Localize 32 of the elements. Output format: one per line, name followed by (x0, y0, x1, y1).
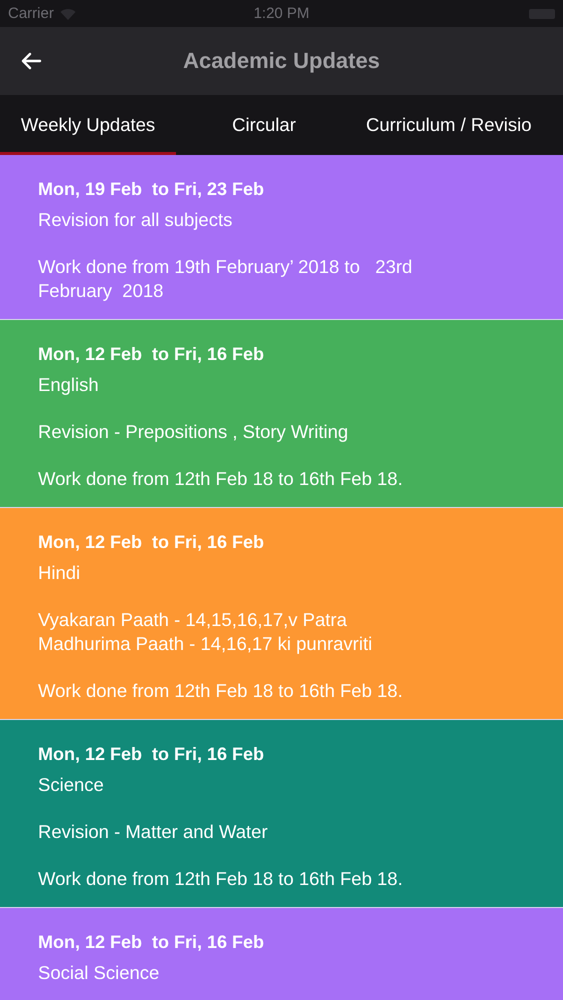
update-text: Work done from 12th Feb 18 to 16th Feb 18. (38, 679, 404, 703)
subject-title: Hindi (38, 561, 82, 585)
subject-title: Science (38, 773, 105, 797)
date-range: Mon, 19 Feb to Fri, 23 Feb (38, 178, 266, 201)
update-card[interactable]: Mon, 12 Feb to Fri, 16 Feb Science Revision - Matter and Water Work done from 12th Feb 18 to 16th Feb 18. (0, 720, 563, 908)
date-range: Mon, 12 Feb to Fri, 16 Feb (38, 531, 266, 554)
update-text: Revision - Matter and Water (38, 820, 269, 844)
update-text: Work done from 19th February’ 2018 to 23rd (38, 255, 414, 279)
status-time: 1:20 PM (254, 5, 310, 22)
battery-icon (529, 8, 555, 18)
update-text: Vyakaran Paath - 14,15,16,17,v Patra (38, 608, 348, 632)
subject-title: Revision for all subjects (38, 208, 234, 232)
update-text: Revision - Prepositions , Story Writing (38, 420, 350, 444)
update-card[interactable]: Mon, 12 Feb to Fri, 16 Feb Social Science (0, 908, 563, 1000)
date-range: Mon, 12 Feb to Fri, 16 Feb (38, 343, 266, 366)
subject-title: English (38, 373, 100, 397)
update-text: Madhurima Paath - 14,16,17 ki punravriti (38, 632, 374, 656)
tab[interactable]: Circular (176, 95, 352, 155)
update-text: Work done from 12th Feb 18 to 16th Feb 18. (38, 867, 404, 891)
back-button[interactable] (20, 50, 42, 72)
update-card[interactable]: Mon, 19 Feb to Fri, 23 Feb Revision for all subjects Work done from 19th February’ 2018 to 23rd February 2018 (0, 155, 563, 320)
update-text: Work done from 12th Feb 18 to 16th Feb 18. (38, 467, 404, 491)
date-range: Mon, 12 Feb to Fri, 16 Feb (38, 743, 266, 766)
carrier-name: Carrier (8, 5, 54, 22)
tab[interactable]: Curriculum / Revisio (352, 95, 546, 155)
update-card[interactable]: Mon, 12 Feb to Fri, 16 Feb Hindi Vyakaran Paath - 14,15,16,17,v Patra Madhurima Paath - 14,16,17 ki punravriti Work done from 12th Feb 18 to 16th Feb 18. (0, 508, 563, 720)
wifi-icon (60, 8, 76, 20)
update-text: February 2018 (38, 279, 164, 303)
screen-title: Academic Updates (183, 48, 380, 74)
date-range: Mon, 12 Feb to Fri, 16 Feb (38, 931, 266, 954)
update-card[interactable]: Mon, 12 Feb to Fri, 16 Feb English Revision - Prepositions , Story Writing Work done from 12th Feb 18 to 16th Feb 18. (0, 320, 563, 508)
subject-title: Social Science (38, 961, 160, 985)
